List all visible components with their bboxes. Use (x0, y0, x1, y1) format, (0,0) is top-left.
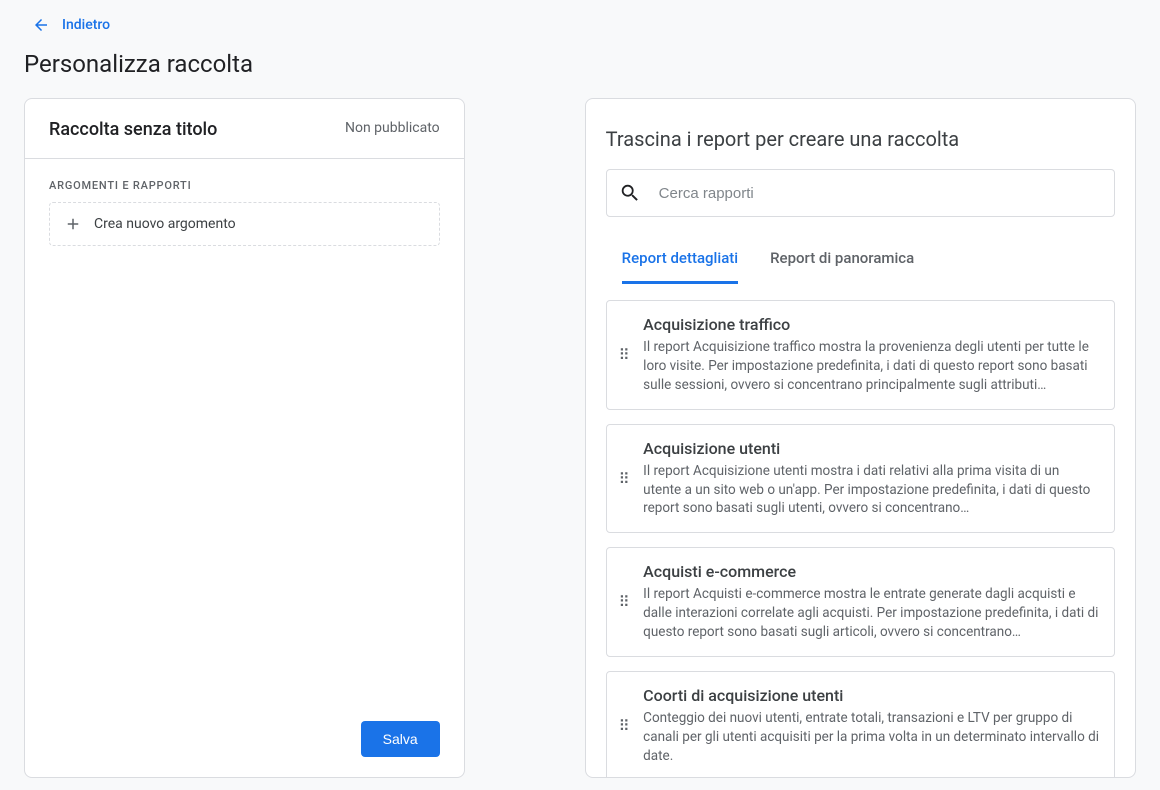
report-description: Il report Acquisti e-commerce mostra le … (643, 585, 1100, 642)
report-description: Il report Acquisizione traffico mostra l… (643, 338, 1100, 395)
report-item[interactable]: ⠿ Acquisti e-commerce Il report Acquisti… (606, 547, 1115, 657)
tab-overview-reports[interactable]: Report di panoramica (770, 237, 914, 284)
section-label: ARGOMENTI E RAPPORTI (25, 159, 464, 202)
search-input[interactable] (641, 185, 1102, 202)
collection-status: Non pubblicato (345, 119, 440, 138)
save-button[interactable]: Salva (361, 721, 440, 757)
report-description: Conteggio dei nuovi utenti, entrate tota… (643, 709, 1100, 766)
report-item[interactable]: ⠿ Acquisizione utenti Il report Acquisiz… (606, 424, 1115, 534)
arrow-left-icon (32, 16, 50, 34)
report-title: Acquisizione utenti (643, 439, 1100, 458)
report-description: Il report Acquisizione utenti mostra i d… (643, 462, 1100, 519)
drag-handle-icon[interactable]: ⠿ (619, 476, 632, 482)
report-picker-card: Trascina i report per creare una raccolt… (585, 98, 1136, 778)
tabs: Report dettagliati Report di panoramica (586, 237, 1135, 284)
create-topic-button[interactable]: Crea nuovo argomento (49, 202, 440, 246)
report-item[interactable]: ⠿ Coorti di acquisizione utenti Conteggi… (606, 671, 1115, 777)
back-label: Indietro (62, 17, 110, 33)
drag-handle-icon[interactable]: ⠿ (619, 599, 632, 605)
search-box[interactable] (606, 169, 1115, 217)
drag-handle-icon[interactable]: ⠿ (619, 723, 632, 729)
report-title: Acquisti e-commerce (643, 562, 1100, 581)
report-title: Acquisizione traffico (643, 315, 1100, 334)
report-title: Coorti di acquisizione utenti (643, 686, 1100, 705)
plus-icon (64, 215, 82, 233)
page-title: Personalizza raccolta (0, 38, 1160, 98)
report-picker-title: Trascina i report per creare una raccolt… (586, 99, 1135, 169)
drag-handle-icon[interactable]: ⠿ (619, 352, 632, 358)
create-topic-label: Crea nuovo argomento (94, 216, 236, 232)
back-link[interactable]: Indietro (0, 0, 134, 38)
tab-detailed-reports[interactable]: Report dettagliati (622, 237, 738, 284)
collection-title: Raccolta senza titolo (49, 119, 217, 140)
report-item[interactable]: ⠿ Acquisizione traffico Il report Acquis… (606, 300, 1115, 410)
report-list: ⠿ Acquisizione traffico Il report Acquis… (586, 284, 1135, 777)
collection-header: Raccolta senza titolo Non pubblicato (25, 99, 464, 159)
collection-editor-card: Raccolta senza titolo Non pubblicato ARG… (24, 98, 465, 778)
search-icon (619, 182, 641, 204)
